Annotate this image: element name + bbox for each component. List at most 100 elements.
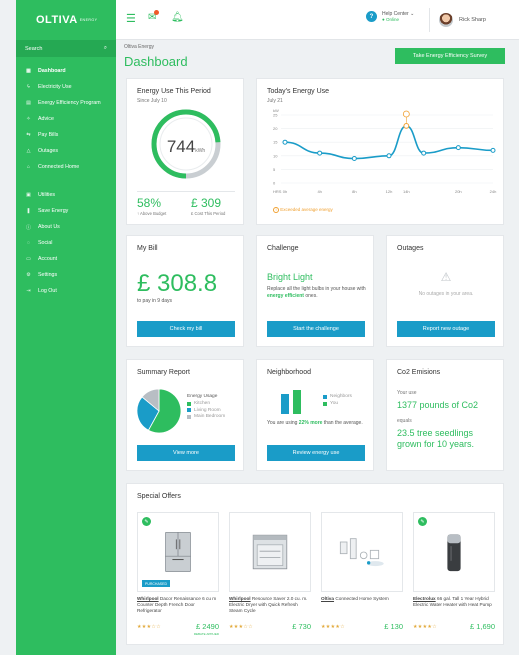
sidebar-item-dashboard[interactable]: ▦ Dashboard [16, 63, 116, 79]
peak-warning-icon[interactable] [402, 110, 410, 118]
product-name[interactable]: Oltiva Connected Home System [321, 596, 403, 602]
rebate-note: REBATE APPLIED [193, 632, 219, 636]
sidebar-item-outages[interactable]: △ Outages [16, 143, 116, 159]
water-heater-image [447, 534, 461, 572]
check-bill-button[interactable]: Check my bill [137, 321, 235, 337]
sidebar-item-label: Log Out [38, 288, 57, 294]
sidebar-item-icon: ▦ [26, 68, 31, 74]
sidebar-item-save-energy[interactable]: ❚ Save Energy [16, 203, 116, 219]
help-center[interactable]: ? Help Center ⌄ ● Online [366, 11, 414, 22]
data-point[interactable] [490, 147, 496, 153]
product-name[interactable]: Electrolux 66 gal. Tall 1 Year Hybrid El… [413, 596, 495, 608]
product-image[interactable]: ✎ [413, 512, 495, 592]
data-point[interactable] [351, 156, 357, 162]
today-energy-card: Today's Energy Use July 21 25 20 15 10 5 0 kW H… [256, 78, 504, 225]
sidebar-item-icon: ⓘ [25, 224, 31, 231]
legend-label: Living Room [194, 407, 221, 413]
offer-item[interactable]: ✎ PURCHASED Whirlpool Dacor Renaissance 6 … [137, 512, 219, 638]
product-image[interactable] [321, 512, 403, 592]
bill-amount: £ 308.8 [137, 270, 218, 297]
card-title: Neighborhood [267, 369, 311, 376]
breadcrumb[interactable]: Oltiva Energy [124, 44, 154, 50]
refrigerator-image [165, 532, 191, 572]
sidebar-item-utilities[interactable]: ▣ Utilities [16, 187, 116, 203]
report-outage-button[interactable]: Report new outage [397, 321, 495, 337]
neighborhood-text: You are using 22% more than the average. [267, 420, 369, 427]
messages-icon[interactable]: ✉ [148, 10, 160, 23]
sidebar-item-icon: ▣ [26, 192, 31, 198]
sidebar-item-electricity-use[interactable]: ϟ Electricity Use [16, 79, 116, 95]
y-tick-label: 10 [273, 153, 278, 158]
challenge-text-post: ones. [303, 292, 318, 299]
connected-home-image [339, 538, 384, 567]
oltiva-logo[interactable]: OLTIVA ENERGY [16, 0, 116, 40]
special-offers-card: Special Offers ✎ PURCHASED Whirlpool Dacor… [126, 483, 504, 645]
avatar[interactable] [439, 13, 453, 27]
legend-label: Neighbors [330, 394, 352, 399]
review-energy-button[interactable]: Review energy use [267, 445, 365, 461]
sidebar-item-label: Utilities [38, 192, 56, 198]
card-subtitle: Since July 10 [137, 98, 167, 104]
sidebar-item-label: Advice [38, 116, 54, 122]
product-price: £ 730 [292, 622, 311, 631]
menu-icon[interactable]: ☰ [126, 12, 136, 25]
search-icon[interactable]: ⌕ [104, 45, 107, 52]
sidebar-item-icon: ▭ [26, 256, 31, 262]
product-image[interactable] [229, 512, 311, 592]
neighborhood-text-em: 22% more [298, 420, 323, 426]
sidebar-nav: ▦ Dashboard ϟ Electricity Use ▤ Energy Effici… [16, 63, 116, 299]
neighborhood-bars [281, 390, 311, 414]
product-brand: Whirlpool [137, 596, 159, 601]
sidebar-item-icon: ▤ [26, 100, 31, 106]
sidebar-item-label: Energy Efficiency Program [38, 100, 101, 106]
start-challenge-button[interactable]: Start the challenge [267, 321, 365, 337]
sidebar-item-label: Account [38, 256, 58, 262]
sidebar-item-account[interactable]: ▭ Account [16, 251, 116, 267]
sidebar-item-label: About Us [38, 224, 60, 230]
page-title: Dashboard [124, 54, 188, 69]
data-point[interactable] [282, 139, 288, 145]
sidebar-item-energy-efficiency-program[interactable]: ▤ Energy Efficiency Program [16, 95, 116, 111]
sidebar-item-settings[interactable]: ⚙ Settings [16, 267, 116, 283]
ring-value: 744kWh [149, 137, 223, 157]
product-name[interactable]: Whirlpool Resource Saver 2.0 cu. m. Elec… [229, 596, 311, 614]
neighborhood-card: Neighborhood Neighbors You You are using … [256, 359, 374, 471]
purchased-badge: PURCHASED [142, 580, 170, 587]
survey-button[interactable]: Take Energy Efficiency Survey [395, 48, 505, 64]
chevron-down-icon: ⌄ [410, 11, 415, 17]
sidebar-item-social[interactable]: ◌ Social [16, 235, 116, 251]
cost-label: £ Cost This Period [191, 211, 226, 216]
data-point[interactable] [421, 150, 427, 156]
x-tick-label: 4h [317, 189, 321, 194]
offer-item[interactable]: ✎ Electrolux 66 gal. Tall 1 Year Hybrid E… [413, 512, 495, 638]
peak-point[interactable] [403, 122, 410, 129]
y-tick-label: 5 [273, 167, 276, 172]
view-more-button[interactable]: View more [137, 445, 235, 461]
neighbors-bar[interactable] [281, 394, 289, 414]
sidebar-item-label: Save Energy [38, 208, 69, 214]
you-bar[interactable] [293, 390, 301, 414]
sidebar-item-log-out[interactable]: ⇥ Log Out [16, 283, 116, 299]
sidebar-item-advice[interactable]: ✧ Advice [16, 111, 116, 127]
user-menu[interactable]: Rick Sharp [439, 13, 486, 27]
sidebar-item-about-us[interactable]: ⓘ About Us [16, 219, 116, 235]
sidebar-item-label: Social [38, 240, 53, 246]
data-point[interactable] [386, 153, 392, 159]
summary-card: Summary Report Energy Usage Kitchen Livin… [126, 359, 244, 471]
product-name[interactable]: Whirlpool Dacor Renaissance 6 cu m Count… [137, 596, 219, 614]
dishwasher-image [252, 534, 288, 570]
sidebar: OLTIVA ENERGY Search ⌕ ▦ Dashboard ϟ Electric… [16, 0, 116, 655]
product-image[interactable]: ✎ PURCHASED [137, 512, 219, 592]
bell-icon[interactable]: 🔔︎ [171, 12, 184, 23]
product-price: £ 130 [384, 622, 403, 631]
search-box[interactable]: Search ⌕ [16, 40, 116, 57]
co2-use-label: Your use [397, 390, 417, 396]
co2-equals-label: equals [397, 418, 412, 424]
data-point[interactable] [455, 145, 461, 151]
offer-item[interactable]: Oltiva Connected Home System ★★★★☆ £ 130 [321, 512, 403, 638]
offer-item[interactable]: Whirlpool Resource Saver 2.0 cu. m. Elec… [229, 512, 311, 638]
sidebar-item-connected-home[interactable]: ⌂ Connected Home [16, 159, 116, 175]
challenge-card: Challenge Bright Light Replace all the l… [256, 235, 374, 347]
sidebar-item-pay-bills[interactable]: ⇆ Pay Bills [16, 127, 116, 143]
data-point[interactable] [317, 150, 323, 156]
